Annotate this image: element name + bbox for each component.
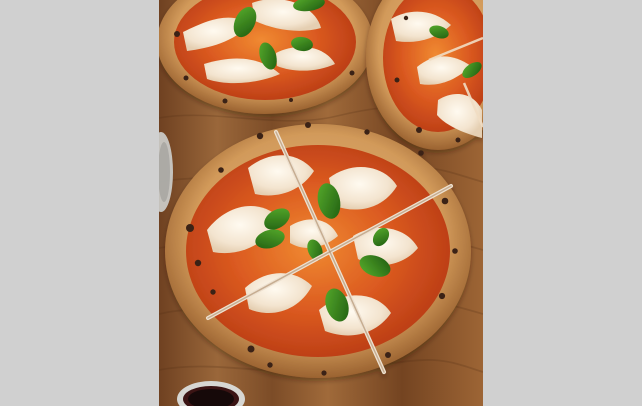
pizza-illustration [159, 0, 483, 406]
main-sliced-pizza [165, 122, 471, 378]
pizza-photo [159, 0, 483, 406]
